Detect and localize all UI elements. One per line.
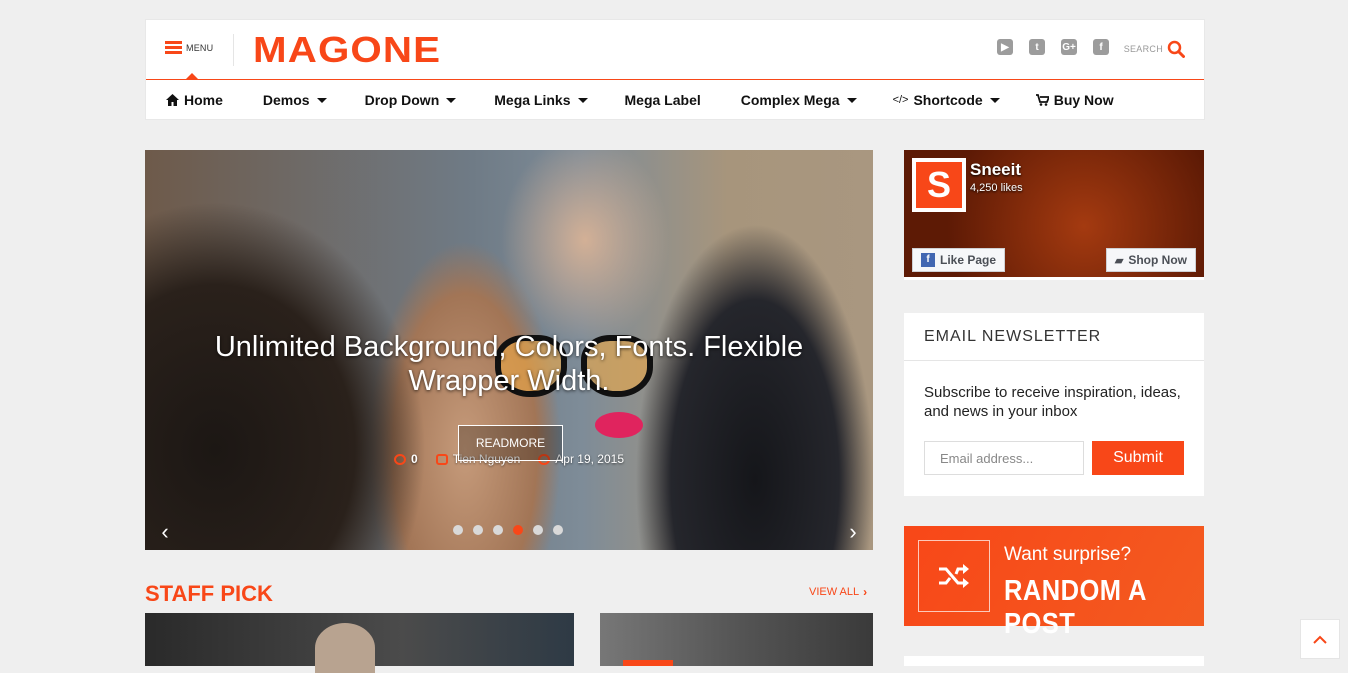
nav-home-label: Home (184, 92, 223, 108)
nav-drop-down[interactable]: Drop Down (365, 92, 457, 108)
like-page-label: Like Page (940, 253, 997, 267)
cart-icon (1035, 94, 1049, 106)
newsletter-widget: EMAIL NEWSLETTER Subscribe to receive in… (904, 313, 1204, 496)
slider-dot[interactable] (493, 525, 503, 535)
nav-drop-down-label: Drop Down (364, 92, 440, 108)
header-top: MENU MAGONE ▶ t G+ f SEARCH (146, 20, 1204, 80)
page-likes: 4,250 likes (970, 182, 1023, 194)
facebook-icon[interactable]: f (1093, 39, 1109, 55)
nav-mega-links-label: Mega Links (494, 92, 571, 108)
sneeit-logo-icon: S (916, 162, 962, 208)
featured-slider[interactable]: 0 Tien Nguyen Apr 19, 2015 Unlimited Bac… (145, 150, 873, 550)
staff-pick-card[interactable] (600, 613, 873, 666)
nav-complex-mega-label: Complex Mega (740, 92, 840, 108)
menu-label: MENU (186, 42, 214, 53)
sidebar-widget (904, 656, 1204, 666)
main-nav: Home Demos Drop Down Mega Links Mega Lab… (146, 80, 1204, 120)
view-all-link[interactable]: VIEW ALL › (809, 585, 867, 599)
email-field[interactable] (924, 441, 1084, 475)
nav-home[interactable]: Home (166, 92, 223, 108)
code-icon: </> (892, 94, 909, 106)
home-icon (166, 94, 179, 106)
comment-count: 0 (411, 452, 418, 466)
newsletter-heading: EMAIL NEWSLETTER (904, 313, 1204, 361)
readmore-button[interactable]: READMORE (458, 425, 563, 461)
nav-mega-label[interactable]: Mega Label (625, 92, 701, 108)
post-date: Apr 19, 2015 (555, 452, 624, 466)
slider-prev-arrow-icon[interactable]: ‹ (155, 519, 175, 544)
slider-dot[interactable] (553, 525, 563, 535)
hamburger-icon (165, 41, 182, 54)
slider-dot[interactable] (473, 525, 483, 535)
facebook-icon: f (921, 253, 935, 267)
shuffle-icon (918, 540, 990, 612)
nav-demos-label: Demos (262, 92, 310, 108)
like-page-button[interactable]: f Like Page (912, 248, 1006, 272)
slider-dot-active[interactable] (513, 525, 523, 535)
header-divider (233, 34, 234, 66)
chevron-down-icon (446, 97, 457, 103)
chevron-down-icon (577, 97, 588, 103)
newsletter-text: Subscribe to receive inspiration, ideas,… (924, 384, 1181, 420)
card-category-badge (623, 660, 673, 666)
search-label: SEARCH (1123, 44, 1163, 54)
nav-buy-now[interactable]: Buy Now (1035, 92, 1114, 108)
nav-mega-label-label: Mega Label (624, 92, 701, 108)
submit-button[interactable]: Submit (1092, 441, 1184, 475)
comment-icon (394, 453, 406, 465)
slider-dot[interactable] (533, 525, 543, 535)
nav-demos[interactable]: Demos (263, 92, 327, 108)
page-avatar[interactable]: S (912, 158, 966, 212)
chevron-right-icon: › (863, 585, 868, 599)
menu-caret-icon (186, 73, 198, 79)
chevron-down-icon (316, 97, 327, 103)
twitter-icon[interactable]: t (1029, 39, 1045, 55)
back-to-top-button[interactable] (1300, 619, 1340, 659)
site-header: MENU MAGONE ▶ t G+ f SEARCH Home Demos D… (145, 19, 1205, 120)
menu-button[interactable]: MENU (165, 41, 213, 54)
site-logo[interactable]: MAGONE (253, 31, 441, 69)
slide-comments[interactable]: 0 (394, 452, 418, 466)
search-button[interactable]: SEARCH (1124, 40, 1185, 58)
slide-image-lips (595, 412, 643, 438)
youtube-icon[interactable]: ▶ (997, 39, 1013, 55)
shop-now-label: Shop Now (1128, 253, 1187, 267)
edit-icon (435, 453, 448, 465)
search-icon (1167, 40, 1185, 58)
slider-dots (453, 525, 563, 535)
staff-pick-heading: STAFF PICK (145, 581, 273, 606)
chevron-down-icon (846, 97, 857, 103)
random-post-title: RANDOM A POST (1004, 575, 1146, 640)
chevron-up-icon (1313, 635, 1327, 644)
social-links: ▶ t G+ f (997, 39, 1109, 55)
slide-title[interactable]: Unlimited Background, Colors, Fonts. Fle… (185, 330, 833, 398)
shop-now-button[interactable]: ▰ Shop Now (1105, 248, 1196, 272)
nav-shortcode[interactable]: </> Shortcode (893, 92, 1000, 108)
staff-pick-card[interactable] (145, 613, 574, 673)
nav-buy-now-label: Buy Now (1053, 92, 1114, 108)
random-post-subtitle: Want surprise? (1004, 544, 1132, 565)
random-post-widget[interactable]: Want surprise? RANDOM A POST (904, 526, 1204, 640)
shopping-bag-icon: ▰ (1114, 254, 1124, 267)
nav-complex-mega[interactable]: Complex Mega (741, 92, 857, 108)
google-plus-icon[interactable]: G+ (1061, 39, 1077, 55)
nav-shortcode-label: Shortcode (913, 92, 983, 108)
facebook-page-widget: S Sneeit 4,250 likes f Like Page ▰ Shop … (904, 150, 1204, 280)
slider-dot[interactable] (453, 525, 463, 535)
nav-mega-links[interactable]: Mega Links (494, 92, 588, 108)
page-name[interactable]: Sneeit (970, 160, 1021, 180)
view-all-label: VIEW ALL (809, 586, 860, 598)
chevron-down-icon (989, 97, 1000, 103)
slider-next-arrow-icon[interactable]: › (843, 519, 863, 544)
